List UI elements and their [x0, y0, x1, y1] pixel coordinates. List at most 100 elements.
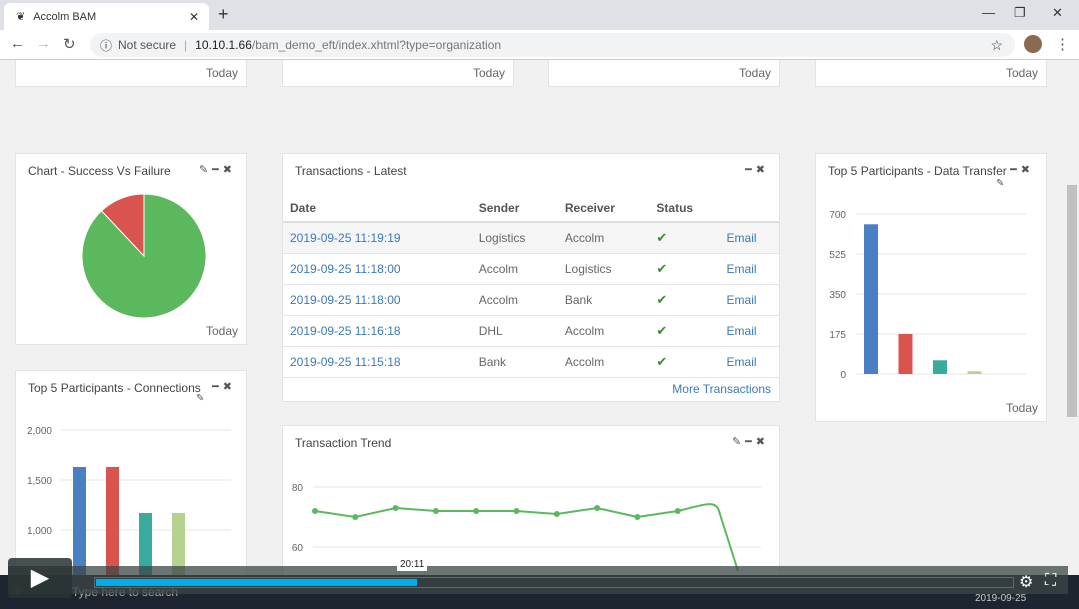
- security-label: Not secure: [118, 38, 177, 52]
- url-input[interactable]: ⓘ Not secure | 10.10.1.66/bam_demo_eft/i…: [90, 33, 1015, 57]
- y-tick-label: 700: [829, 210, 846, 221]
- pie-chart: [81, 193, 207, 319]
- data-point: [674, 508, 681, 514]
- top-card-3: Today: [548, 60, 780, 87]
- status-check-icon: ✔: [649, 284, 720, 316]
- card-footer: Today: [738, 66, 771, 80]
- email-link[interactable]: Email: [719, 253, 779, 285]
- top-card-4: Today: [815, 60, 1047, 87]
- y-tick-label: 60: [292, 543, 304, 554]
- data-point: [513, 508, 520, 514]
- minimize-icon[interactable]: —: [982, 5, 995, 20]
- cell-sender: Logistics: [471, 222, 558, 254]
- success-failure-card: Chart - Success Vs Failure ✎━✖ Today: [15, 153, 247, 345]
- reload-icon[interactable]: ↻: [63, 35, 76, 53]
- close-window-icon[interactable]: ✕: [1052, 5, 1063, 21]
- card-footer: Today: [205, 324, 238, 338]
- cell-date[interactable]: 2019-09-25 11:16:18: [283, 315, 472, 347]
- status-check-icon: ✔: [649, 346, 720, 378]
- top-card-2: Today: [282, 60, 514, 87]
- cell-date[interactable]: 2019-09-25 11:19:19: [283, 222, 472, 254]
- bar: [967, 371, 982, 374]
- tab-title: Accolm BAM: [33, 10, 97, 23]
- column-header: Status: [649, 194, 720, 223]
- bar: [898, 334, 913, 374]
- cell-receiver: Accolm: [557, 315, 650, 347]
- back-icon[interactable]: ←: [10, 35, 25, 52]
- menu-icon[interactable]: ⋮: [1055, 35, 1070, 53]
- status-check-icon: ✔: [649, 315, 720, 347]
- column-header: Sender: [471, 194, 558, 223]
- cell-receiver: Accolm: [557, 222, 650, 254]
- browser-tab[interactable]: ❦ Accolm BAM ✕: [4, 3, 209, 30]
- taskbar-clock: 2019-09-25: [975, 593, 1027, 604]
- email-link[interactable]: Email: [719, 346, 779, 378]
- data-point: [352, 514, 359, 520]
- card-title: Transactions - Latest: [295, 164, 407, 178]
- data-point: [553, 511, 560, 517]
- data-point: [392, 505, 399, 511]
- fullscreen-icon[interactable]: ⛶: [1045, 572, 1056, 590]
- card-footer: Today: [1005, 66, 1038, 80]
- bar: [864, 224, 878, 374]
- data-transfer-chart: 0 175 350 525 700: [829, 210, 1026, 381]
- time-tooltip: 20:11: [397, 558, 428, 571]
- data-point: [634, 514, 641, 520]
- table-row[interactable]: 2019-09-25 11:19:19 Logistics Accolm ✔ Email: [283, 222, 779, 254]
- cell-sender: Accolm: [471, 253, 558, 285]
- dashboard: Today Today Today Today Chart - Success …: [0, 60, 1065, 609]
- data-point: [473, 508, 480, 514]
- star-icon[interactable]: ☆: [990, 37, 1003, 54]
- page-scrollbar[interactable]: [1065, 60, 1079, 609]
- y-tick-label: 0: [840, 370, 846, 381]
- table-row[interactable]: 2019-09-25 11:18:00 Accolm Bank ✔ Email: [283, 284, 779, 316]
- cell-date[interactable]: 2019-09-25 11:18:00: [283, 284, 472, 316]
- scrollbar-thumb[interactable]: [1067, 185, 1077, 417]
- y-tick-label: 525: [829, 250, 846, 261]
- trend-line: [314, 503, 739, 572]
- address-bar-row: ← → ↻ ⓘ Not secure | 10.10.1.66/bam_demo…: [0, 30, 1079, 60]
- card-footer: Today: [205, 66, 238, 80]
- url-host: 10.10.1.66: [195, 38, 252, 52]
- cell-sender: Bank: [471, 346, 558, 378]
- data-point: [594, 505, 601, 511]
- play-button[interactable]: ▶: [8, 558, 72, 598]
- cell-date[interactable]: 2019-09-25 11:18:00: [283, 253, 472, 285]
- close-tab-icon[interactable]: ✕: [189, 10, 199, 24]
- info-icon: ⓘ: [100, 38, 113, 53]
- card-footer: Today: [472, 66, 505, 80]
- card-footer: Today: [1005, 401, 1038, 415]
- email-link[interactable]: Email: [719, 315, 779, 347]
- status-check-icon: ✔: [649, 253, 720, 285]
- column-header: Receiver: [557, 194, 650, 223]
- cell-receiver: Accolm: [557, 346, 650, 378]
- avatar[interactable]: [1024, 35, 1042, 53]
- table-row[interactable]: 2019-09-25 11:18:00 Accolm Logistics ✔ Email: [283, 253, 779, 285]
- cell-date[interactable]: 2019-09-25 11:15:18: [283, 346, 472, 378]
- video-progress-bar[interactable]: [94, 577, 1014, 588]
- data-point: [432, 508, 439, 514]
- restore-icon[interactable]: ❐: [1014, 5, 1026, 21]
- email-link[interactable]: Email: [719, 284, 779, 316]
- table-row[interactable]: 2019-09-25 11:16:18 DHL Accolm ✔ Email: [283, 315, 779, 347]
- progress-fill: [96, 579, 417, 586]
- email-link[interactable]: Email: [719, 222, 779, 254]
- settings-icon[interactable]: ⚙: [1019, 572, 1033, 592]
- y-tick-label: 1,500: [27, 476, 52, 487]
- new-tab-button[interactable]: +: [218, 4, 229, 25]
- column-header: [719, 194, 779, 223]
- y-tick-label: 2,000: [27, 426, 52, 437]
- top-card-1: Today: [15, 60, 247, 87]
- url-path: /bam_demo_eft/index.xhtml?type=organizat…: [251, 38, 502, 52]
- y-tick-label: 350: [829, 290, 846, 301]
- cell-sender: Accolm: [471, 284, 558, 316]
- y-tick-label: 80: [292, 483, 304, 494]
- bar: [933, 360, 947, 374]
- cell-receiver: Bank: [557, 284, 650, 316]
- site-icon: ❦: [16, 11, 26, 23]
- transactions-card: Transactions - Latest ━✖ Date Sender Rec…: [282, 153, 780, 402]
- forward-icon[interactable]: →: [36, 35, 51, 52]
- more-transactions-link[interactable]: More Transactions: [672, 382, 771, 396]
- card-controls[interactable]: ━✖: [745, 163, 769, 176]
- table-row[interactable]: 2019-09-25 11:15:18 Bank Accolm ✔ Email: [283, 346, 779, 378]
